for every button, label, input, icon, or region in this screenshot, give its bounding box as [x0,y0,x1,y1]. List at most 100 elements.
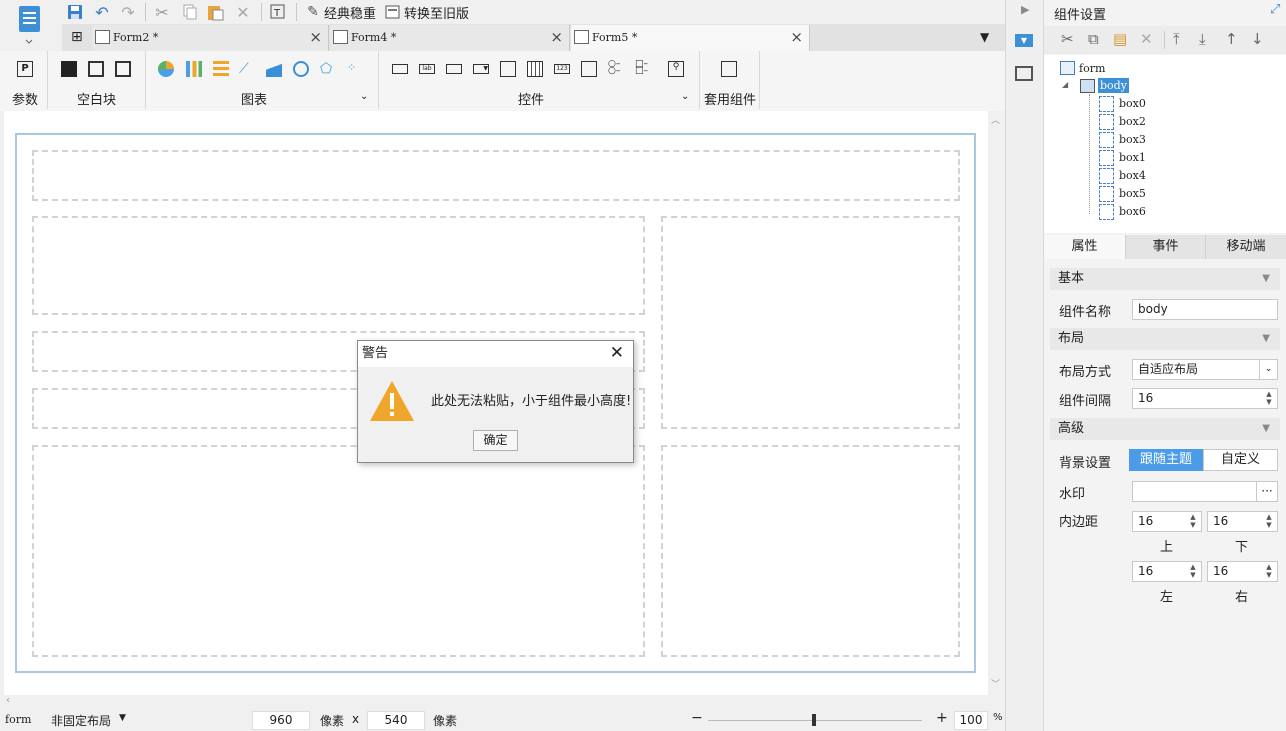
paste-icon[interactable] [206,2,226,22]
tree-item-body[interactable]: body [1098,78,1129,93]
layout-panel-icon[interactable] [1015,66,1033,81]
tab-form4[interactable]: Form4 * × [330,25,570,51]
move-down-icon[interactable]: ↓ [1251,30,1264,48]
watermark-input[interactable] [1132,481,1257,502]
tree-item-box0[interactable]: box0 [1119,97,1146,110]
vertical-scrollbar[interactable]: ︿ ﹀ [988,111,1004,695]
tab-properties[interactable]: 属性 [1044,235,1126,259]
grid-block-icon[interactable] [115,61,131,77]
spinner-icon[interactable]: ▲ ▼ [1262,563,1276,580]
box2[interactable] [32,216,645,315]
tab-menu-icon[interactable]: ▼ [980,30,989,44]
copy-icon[interactable]: ⧉ [1088,30,1099,48]
tab-mobile[interactable]: 移动端 [1206,235,1286,259]
component-name-input[interactable]: body [1132,299,1278,320]
app-menu-icon[interactable] [17,4,42,44]
search-control-icon[interactable]: ⚲ [668,61,684,77]
padding-left-input[interactable]: 16 ▲ ▼ [1132,561,1202,582]
section-advanced[interactable]: 高级 ▼ [1050,418,1280,440]
bg-custom-button[interactable]: 自定义 [1203,449,1278,471]
expand-icon[interactable]: ◢ [1062,80,1068,89]
chevron-down-icon[interactable]: ⌄ [360,91,368,102]
horizontal-scrollbar[interactable]: ‹ [4,695,1004,709]
tree-item-box5[interactable]: box5 [1119,187,1146,200]
copy-icon[interactable] [180,2,200,22]
box4[interactable] [32,445,645,657]
close-icon[interactable]: × [790,28,803,46]
template-icon[interactable] [721,61,737,77]
component-settings-icon[interactable]: ▼ [1015,34,1033,47]
zoom-in-icon[interactable]: + [936,710,948,726]
spinner-icon[interactable]: ▲ ▼ [1186,563,1200,580]
tree-item-box3[interactable]: box3 [1119,133,1146,146]
layout-type-dropdown[interactable]: 非固定布局 [51,712,111,729]
line-chart-icon[interactable]: ⟋ [239,61,255,77]
gap-input[interactable]: 16 ▲ ▼ [1132,388,1278,409]
zoom-input[interactable]: 100 [954,711,988,730]
tab-list-icon[interactable]: ⊞ [71,29,83,45]
textarea-control-icon[interactable] [581,61,597,77]
spinner-icon[interactable]: ▲ ▼ [1186,513,1200,530]
padding-top-input[interactable]: 16 ▲ ▼ [1132,511,1202,532]
combo-control-icon[interactable]: ▼ [473,64,489,74]
box0[interactable] [32,150,960,201]
preview-icon[interactable]: T [268,2,288,22]
tree-item-box1[interactable]: box1 [1119,151,1146,164]
watermark-more-button[interactable]: ··· [1256,481,1278,502]
padding-bottom-input[interactable]: 16 ▲ ▼ [1207,511,1278,532]
checkbox-group-icon[interactable]: □– □– [635,60,651,77]
text-control-icon[interactable] [446,64,462,74]
zoom-out-icon[interactable]: − [691,710,703,726]
section-basic[interactable]: 基本 ▼ [1050,268,1280,290]
bar-chart-icon[interactable] [186,61,202,77]
spinner-icon[interactable]: ▲ ▼ [1262,390,1276,407]
move-top-icon[interactable]: ⤒ [1173,30,1180,48]
tab-form2[interactable]: Form2 * × [92,25,329,51]
area-chart-icon[interactable] [266,61,282,77]
radar-chart-icon[interactable]: ⬠ [320,61,336,77]
move-bottom-icon[interactable]: ⤓ [1199,30,1206,48]
scroll-left-icon[interactable]: ‹ [6,695,10,706]
split-block-icon[interactable] [88,61,104,77]
number-control-icon[interactable]: 123 [554,64,570,74]
undo-icon[interactable]: ↶ [92,2,112,22]
tree-item-form[interactable]: form [1079,62,1105,75]
convert-icon[interactable] [383,2,403,22]
close-icon[interactable]: × [550,28,563,46]
blank-block-icon[interactable] [61,61,77,77]
padding-right-input[interactable]: 16 ▲ ▼ [1207,561,1278,582]
spinner-icon[interactable]: ▲ ▼ [1262,513,1276,530]
paste-icon[interactable]: ▤ [1113,30,1127,48]
delete-icon[interactable]: ✕ [233,2,253,22]
chevron-down-icon[interactable]: ▼ [119,713,126,723]
section-layout[interactable]: 布局 ▼ [1050,328,1280,350]
zoom-slider-thumb[interactable] [812,714,816,726]
redo-icon[interactable]: ↷ [118,2,138,22]
scroll-up-icon[interactable]: ︿ [991,113,1000,126]
close-icon[interactable]: ✕ [610,343,624,363]
scatter-chart-icon[interactable]: ⁘ [347,61,363,77]
pie-chart-icon[interactable] [158,61,174,77]
gauge-chart-icon[interactable] [293,61,309,77]
width-input[interactable]: 960 [252,711,310,730]
tree-item-box4[interactable]: box4 [1119,169,1146,182]
calendar-control-icon[interactable] [527,61,543,77]
box6[interactable] [661,445,960,657]
button-control-icon[interactable] [392,64,408,74]
convert-old-version-button[interactable]: 转换至旧版 [404,3,469,22]
tab-form5[interactable]: Form5 * × [571,25,810,51]
date-control-icon[interactable] [500,61,516,77]
ok-button[interactable]: 确定 [473,430,518,451]
close-icon[interactable]: × [309,28,322,46]
stacked-bar-icon[interactable] [213,61,229,77]
param-icon[interactable]: P [17,61,33,77]
tab-events[interactable]: 事件 [1126,235,1206,259]
cut-icon[interactable]: ✂ [1061,30,1074,48]
layout-mode-select[interactable]: 自适应布局 ⌄ [1132,359,1278,380]
collapse-arrow-icon[interactable]: ▶ [1021,3,1029,16]
delete-icon[interactable]: ✕ [1140,30,1153,48]
height-input[interactable]: 540 [367,711,425,730]
cut-icon[interactable]: ✂ [152,2,172,22]
tree-item-box2[interactable]: box2 [1119,115,1146,128]
theme-icon[interactable]: ✎ [303,2,323,22]
